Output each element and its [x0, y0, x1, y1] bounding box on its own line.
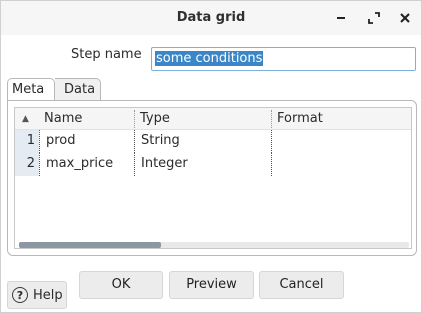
window-title: Data grid [176, 10, 246, 25]
cell-type[interactable]: String [135, 130, 271, 153]
maximize-icon[interactable] [365, 9, 383, 27]
table-row[interactable]: 2 max_price Integer [15, 153, 411, 176]
tab-data[interactable]: Data [55, 78, 101, 100]
step-name-input[interactable]: some conditions [151, 47, 416, 71]
dialog-window: Data grid Step name some conditions Meta… [0, 0, 422, 313]
tab-meta[interactable]: Meta [7, 78, 55, 100]
cancel-button[interactable]: Cancel [259, 271, 344, 299]
row-number: 1 [15, 130, 39, 153]
column-header-name[interactable]: Name [39, 108, 135, 130]
scrollbar-thumb[interactable] [19, 242, 161, 248]
meta-tab-panel: ▲ Name Type Format 1 prod String 2 max_p… [7, 100, 417, 256]
column-header-type[interactable]: Type [135, 108, 271, 130]
ok-button[interactable]: OK [79, 271, 163, 299]
cell-name[interactable]: max_price [40, 153, 134, 176]
help-label: Help [33, 287, 63, 303]
help-button[interactable]: ? Help [7, 281, 67, 309]
cell-format[interactable] [272, 153, 411, 176]
cell-format[interactable] [272, 130, 411, 153]
step-name-label: Step name [71, 47, 142, 62]
help-icon: ? [12, 287, 28, 303]
title-bar[interactable]: Data grid [1, 1, 421, 35]
step-name-value: some conditions [155, 51, 264, 66]
cell-type[interactable]: Integer [135, 153, 271, 176]
dialog-content: Step name some conditions Meta Data ▲ Na… [1, 35, 421, 312]
sort-indicator-icon[interactable]: ▲ [17, 108, 41, 130]
cell-name[interactable]: prod [40, 130, 134, 153]
close-icon[interactable] [396, 9, 414, 27]
column-header-format[interactable]: Format [272, 108, 411, 130]
table-row[interactable]: 1 prod String [15, 130, 411, 153]
grid-header: ▲ Name Type Format [15, 108, 411, 130]
meta-grid: ▲ Name Type Format 1 prod String 2 max_p… [14, 107, 412, 249]
row-number: 2 [15, 153, 39, 176]
preview-button[interactable]: Preview [169, 271, 254, 299]
horizontal-scrollbar[interactable] [19, 242, 409, 248]
minimize-icon[interactable] [332, 9, 350, 27]
